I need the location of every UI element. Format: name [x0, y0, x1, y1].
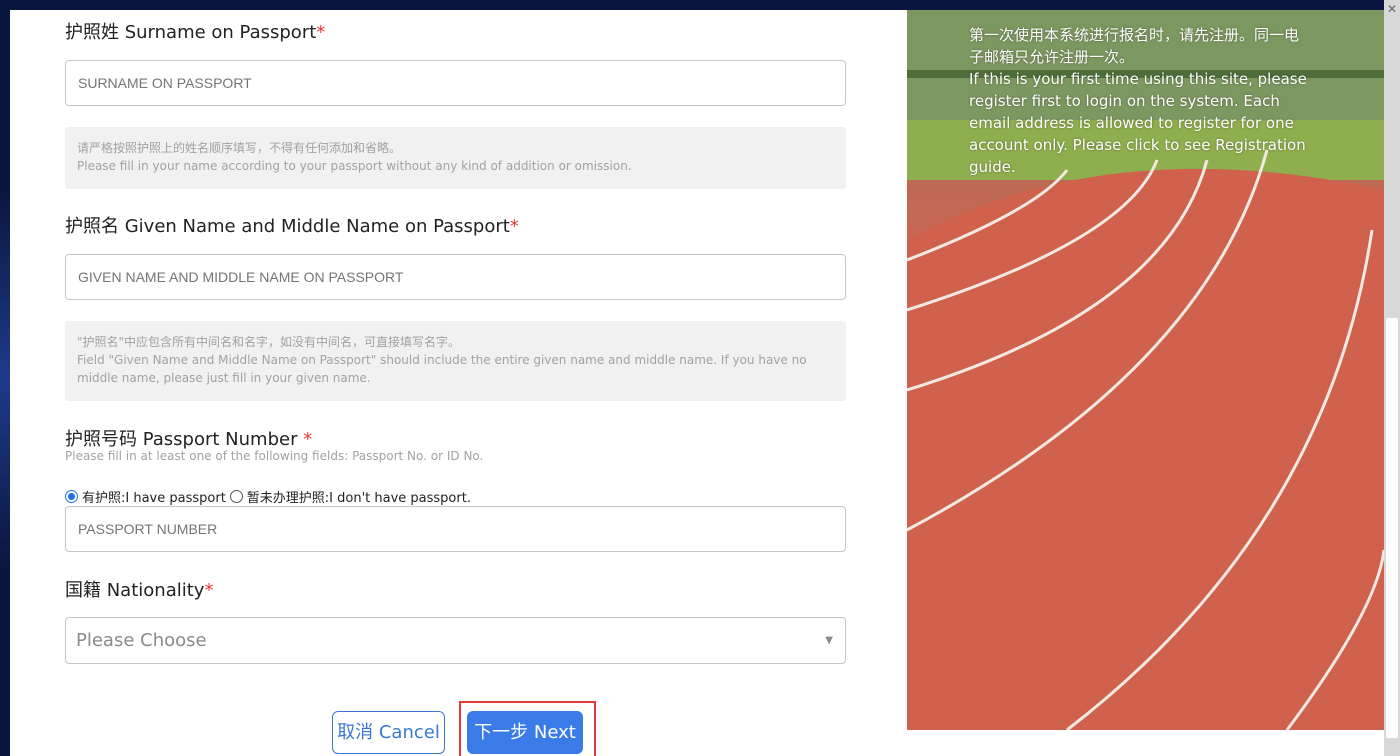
chevron-down-icon: ▼	[825, 635, 833, 646]
radio-no-passport-label[interactable]: 暂未办理护照:I don't have passport.	[247, 487, 471, 506]
passport-label: 护照号码 Passport Number *	[65, 425, 312, 451]
passport-number-input[interactable]	[65, 506, 846, 552]
scrollbar-thumb[interactable]	[1386, 318, 1398, 738]
given-name-label: 护照名 Given Name and Middle Name on Passpo…	[65, 212, 519, 238]
surname-hint-en: Please fill in your name according to yo…	[77, 159, 632, 173]
radio-have-passport-label[interactable]: 有护照:I have passport	[82, 487, 226, 506]
side-panel-image: 第一次使用本系统进行报名时，请先注册。同一电子邮箱只允许注册一次。 If thi…	[907, 10, 1384, 730]
passport-label-text: 护照号码 Passport Number	[65, 429, 298, 450]
registration-notice: 第一次使用本系统进行报名时，请先注册。同一电子邮箱只允许注册一次。 If thi…	[969, 24, 1309, 178]
required-mark: *	[204, 580, 214, 601]
required-mark: *	[509, 216, 519, 237]
nationality-select[interactable]: Please Choose ▼	[65, 617, 846, 664]
surname-hint: 请严格按照护照上的姓名顺序填写，不得有任何添加和省略。 Please fill …	[65, 127, 846, 189]
close-icon[interactable]: ✕	[1384, 0, 1400, 18]
given-name-label-text: 护照名 Given Name and Middle Name on Passpo…	[65, 216, 510, 237]
passport-radio-group: 有护照:I have passport 暂未办理护照:I don't have …	[65, 487, 471, 506]
radio-have-passport[interactable]	[65, 490, 78, 503]
passport-hint: Please fill in at least one of the follo…	[65, 449, 484, 463]
registration-form: 护照姓 Surname on Passport* 请严格按照护照上的姓名顺序填写…	[10, 10, 910, 756]
nationality-select-value: Please Choose	[76, 630, 207, 651]
nationality-label-text: 国籍 Nationality	[65, 580, 205, 601]
given-name-hint-en: Field "Given Name and Middle Name on Pas…	[77, 353, 807, 385]
required-mark: *	[316, 22, 326, 43]
required-mark: *	[303, 429, 313, 450]
registration-notice-cn: 第一次使用本系统进行报名时，请先注册。同一电子邮箱只允许注册一次。	[969, 26, 1300, 66]
surname-label-text: 护照姓 Surname on Passport	[65, 22, 317, 43]
registration-notice-en[interactable]: If this is your first time using this si…	[969, 68, 1309, 178]
given-name-input[interactable]	[65, 254, 846, 300]
registration-modal: 护照姓 Surname on Passport* 请严格按照护照上的姓名顺序填写…	[10, 10, 1384, 756]
given-name-hint-cn: "护照名"中应包含所有中间名和名字，如没有中间名，可直接填写名字。	[77, 335, 461, 349]
radio-no-passport[interactable]	[229, 490, 243, 503]
next-button[interactable]: 下一步 Next	[467, 711, 583, 754]
nationality-label: 国籍 Nationality*	[65, 576, 213, 602]
cancel-button[interactable]: 取消 Cancel	[332, 711, 445, 754]
given-name-hint: "护照名"中应包含所有中间名和名字，如没有中间名，可直接填写名字。 Field …	[65, 321, 846, 401]
surname-input[interactable]	[65, 60, 846, 106]
surname-label: 护照姓 Surname on Passport*	[65, 18, 325, 44]
surname-hint-cn: 请严格按照护照上的姓名顺序填写，不得有任何添加和省略。	[77, 141, 402, 155]
